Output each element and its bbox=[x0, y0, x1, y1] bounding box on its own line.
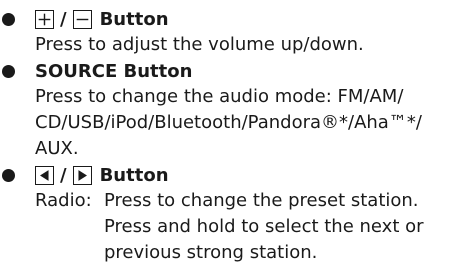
description-line: previous strong station. bbox=[104, 242, 318, 263]
minus-box-icon bbox=[72, 9, 92, 29]
description-line: AUX. bbox=[35, 138, 79, 159]
bullet-icon bbox=[2, 64, 15, 78]
seek-button-title: Button bbox=[99, 164, 169, 186]
volume-button-heading: / Button bbox=[0, 6, 169, 32]
description-line: Radio: Press to change the preset station… bbox=[35, 188, 450, 214]
description-line: Press to change the audio mode: FM/AM/ bbox=[35, 86, 404, 107]
right-triangle-box-icon bbox=[72, 165, 92, 185]
volume-button-description: Press to adjust the volume up/down. bbox=[35, 32, 450, 58]
source-button-heading: SOURCE Button bbox=[0, 58, 192, 84]
source-button-description: Press to change the audio mode: FM/AM/ C… bbox=[35, 84, 450, 162]
description-line: CD/USB/iPod/Bluetooth/Pandora®*/Aha™*/ bbox=[35, 112, 422, 133]
description-line: Press and hold to select the next or bbox=[104, 216, 424, 237]
seek-button-heading: / Button bbox=[0, 162, 169, 188]
symbol-separator: / bbox=[60, 164, 67, 186]
manual-page: / Button Press to adjust the volume up/d… bbox=[0, 0, 452, 270]
description-line: Press to adjust the volume up/down. bbox=[35, 34, 364, 55]
left-triangle-box-icon bbox=[35, 165, 54, 185]
source-button-title: SOURCE Button bbox=[35, 60, 193, 82]
plus-box-icon bbox=[35, 9, 54, 29]
bullet-icon bbox=[2, 12, 15, 26]
seek-button-description: Radio: Press to change the preset station… bbox=[35, 188, 450, 266]
volume-button-title: Button bbox=[99, 8, 169, 30]
symbol-separator: / bbox=[60, 8, 67, 30]
bullet-icon bbox=[2, 168, 15, 182]
description-text: Press to change the preset station. bbox=[104, 190, 419, 211]
radio-label: Radio: bbox=[35, 190, 92, 211]
